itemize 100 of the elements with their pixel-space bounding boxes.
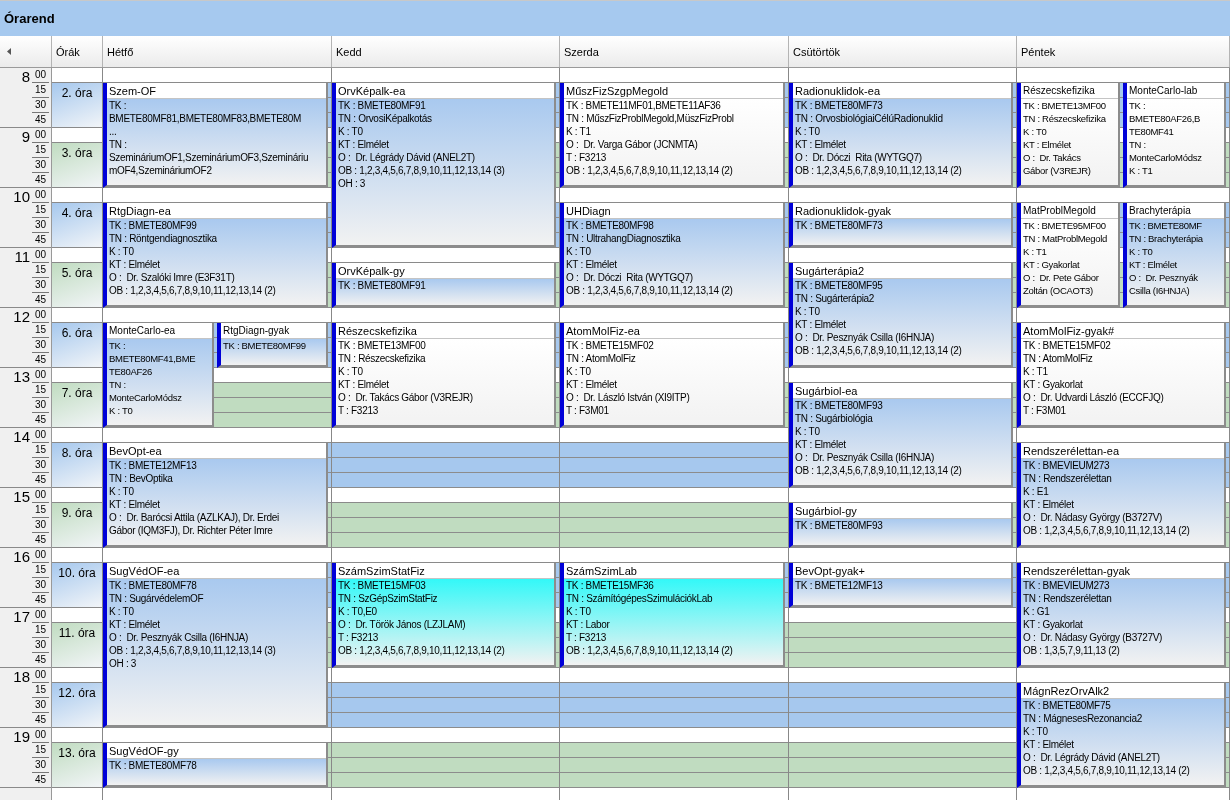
- lesson-detail: K : T0: [109, 485, 135, 498]
- minute-label: 30: [32, 758, 49, 773]
- lesson-card[interactable]: BevOpt-ea TK : BMETE12MF13 TN : BevOptika K : T0 KT : Elmélet O : Dr. Barócsi Attila (AZLKAJ), Dr. Erdei Gábor (IQM3FJ), Dr. Richter Péter Imre: [103, 443, 328, 548]
- lesson-detail: O : Dr. Udvardi László (ECCFJQ): [1023, 391, 1165, 404]
- lesson-card[interactable]: UHDiagn TK : BMETE80MF98 TN : UltrahangDiagnosztika K : T0 KT : Elmélet O : Dr. Dóczi Rita (WYTGQ7) OB : 1,2,3,4,5,6,7,8,9,10,11,12,13,14 (2): [560, 203, 785, 308]
- minute-label: 15: [32, 443, 49, 458]
- lesson-card[interactable]: MonteCarlo-lab TK : BMETE80AF26,B TE80MF41 TN : MonteCarloMódsz K : T1: [1123, 83, 1226, 188]
- lesson-detail: Csilla (I6HNJA): [1129, 284, 1191, 297]
- lesson-title: Sugárbiol-gy: [793, 503, 1011, 519]
- lesson-detail: O : Dr. Varga Gábor (JCNMTA): [566, 138, 699, 151]
- lesson-card[interactable]: Brachyterápia TK : BMETE80MF TN : Brachyterápia K : T0 KT : Elmélet O : Dr. Pesznyák Csilla (I6HNJA): [1123, 203, 1226, 308]
- lesson-detail: TN : UltrahangDiagnosztika: [566, 232, 682, 245]
- lesson-detail: O : Dr. Pesznyák: [1129, 271, 1199, 284]
- lesson-card[interactable]: Részecskefizika TK : BMETE13MF00 TN : Részecskefizika K : T0 KT : Elmélet O : Dr. Takács Gábor (V3REJR): [1017, 83, 1120, 188]
- lesson-detail: OB : 1,2,3,4,5,6,7,8,9,10,11,12,13,14 (2): [795, 344, 963, 357]
- lesson-detail: TN : OrvosbiológiaiCélúRadionuklid: [795, 112, 944, 125]
- lesson-detail: K : T0: [109, 245, 135, 258]
- column-header: Órák: [52, 36, 103, 67]
- lesson-detail: K : T0: [1129, 245, 1154, 258]
- lesson-detail: OB : 1,2,3,4,5,6,7,8,9,10,11,12,13,14 (3): [109, 644, 277, 657]
- lesson-card[interactable]: Részecskefizika TK : BMETE13MF00 TN : Részecskefizika K : T0 KT : Elmélet O : Dr. Takács Gábor (V3REJR) T : F3213: [332, 323, 556, 428]
- lesson-detail: O : Dr. Légrády Dávid (ANEL2T): [1023, 751, 1161, 764]
- lesson-detail: mOF4,SzemináriumOF2: [109, 164, 213, 177]
- minute-label: 00: [32, 548, 49, 563]
- minute-label: 45: [33, 173, 48, 187]
- lesson-detail: TN :: [109, 378, 127, 391]
- lesson-detail: OB : 1,2,3,4,5,6,7,8,9,10,11,12,13,14 (2): [338, 644, 506, 657]
- lesson-card[interactable]: BevOpt-gyak+ TK : BMETE12MF13: [789, 563, 1013, 608]
- lesson-detail: TK : BMETE80MF75: [1023, 699, 1112, 712]
- minute-label: 45: [33, 473, 48, 487]
- hour-label: 16: [13, 548, 30, 565]
- lesson-detail: O : Dr. Pesznyák Csilla (I6HNJA): [795, 451, 936, 464]
- lesson-card[interactable]: RtgDiagn-gyak TK : BMETE80MF99: [217, 323, 328, 368]
- lesson-detail: OH : 3: [338, 177, 367, 190]
- minute-label: 00: [32, 608, 49, 623]
- lesson-detail: K : T0: [566, 365, 592, 378]
- lesson-detail: TN : AtomMolFiz: [1023, 352, 1094, 365]
- lesson-card[interactable]: Rendszerélettan-ea TK : BMEVIEUM273 TN : Rendszerélettan K : E1 KT : Elmélet O : Dr. Nádasy György (B3727V) OB : 1,2,3,4,5,6,7,8,9,10,11,12,13,14 (2): [1017, 443, 1226, 548]
- scroll-left-icon[interactable]: [7, 48, 11, 55]
- lesson-card[interactable]: Radionuklidok-gyak TK : BMETE80MF73: [789, 203, 1013, 248]
- lesson-detail: Gábor (V3REJR): [1023, 164, 1092, 177]
- lesson-title: AtomMolFiz-gyak#: [1021, 323, 1224, 339]
- column-header: Csütörtök: [789, 36, 1017, 67]
- lesson-card[interactable]: SzámSzimStatFiz TK : BMETE15MF03 TN : SzGépSzimStatFiz K : T0,E0 O : Dr. Török János (LZJLAM) T : F3213 OB : 1,2,3,4,5,6,7,8,9,10,11,12,13,14 (2): [332, 563, 556, 668]
- lesson-detail: OB : 1,2,3,4,5,6,7,8,9,10,11,12,13,14 (2): [795, 464, 963, 477]
- lesson-card[interactable]: SugVédOF-ea TK : BMETE80MF78 TN : SugárvédelemOF K : T0 KT : Elmélet O : Dr. Pesznyák Csilla (I6HNJA) OB : 1,2,3,4,5,6,7,8,9,10,11,12,13,14 (3) OH : 3: [103, 563, 328, 728]
- minute-label: 00: [32, 128, 49, 143]
- lesson-detail: K : T0: [566, 605, 592, 618]
- lesson-card[interactable]: MatProblMegold TK : BMETE95MF00 TN : MatProblMegold K : T1 KT : Gyakorlat O : Dr. Pete Gábor Zoltán (OCAOT3): [1017, 203, 1120, 308]
- lesson-card[interactable]: MonteCarlo-ea TK : BMETE80MF41,BME TE80AF26 TN : MonteCarloMódsz K : T0: [103, 323, 214, 428]
- lesson-detail: TN : Sugárterápia2: [795, 292, 876, 305]
- lesson-detail: KT : Elmélet: [1129, 258, 1178, 271]
- minute-label: 15: [32, 323, 49, 338]
- lesson-detail: TK : BMETE95MF00: [1023, 219, 1107, 232]
- lesson-detail: K : T1: [1023, 245, 1048, 258]
- lesson-card[interactable]: AtomMolFiz-gyak# TK : BMETE15MF02 TN : AtomMolFiz K : T1 KT : Gyakorlat O : Dr. Udvardi László (ECCFJQ) T : F3M01: [1017, 323, 1226, 428]
- lesson-detail: KT : Elmélet: [795, 138, 847, 151]
- lesson-card[interactable]: OrvKépalk-ea TK : BMETE80MF91 TN : OrvosiKépalkotás K : T0 KT : Elmélet O : Dr. Légrády Dávid (ANEL2T) OB : 1,2,3,4,5,6,7,8,9,10,11,12,13,14 (3) OH : 3: [332, 83, 556, 248]
- lesson-card[interactable]: RtgDiagn-ea TK : BMETE80MF99 TN : Röntgendiagnosztika K : T0 KT : Elmélet O : Dr. Szalóki Imre (E3F31T) OB : 1,2,3,4,5,6,7,8,9,10,11,12,13,14 (2): [103, 203, 328, 308]
- lesson-detail: TK : BMETE15MF36: [566, 579, 655, 592]
- minute-label: 30: [32, 98, 49, 113]
- lesson-detail: TK : BMETE80MF: [1129, 219, 1203, 232]
- lesson-card[interactable]: OrvKépalk-gy TK : BMETE80MF91: [332, 263, 556, 308]
- lesson-card[interactable]: Radionuklidok-ea TK : BMETE80MF73 TN : OrvosbiológiaiCélúRadionuklid K : T0 KT : Elmélet O : Dr. Dóczi Rita (WYTGQ7) OB : 1,2,3,4,5,6,7,8,9,10,11,12,13,14 (2): [789, 83, 1013, 188]
- minute-label: 00: [32, 248, 49, 263]
- lesson-detail: TK : BMETE80MF98: [566, 219, 655, 232]
- lesson-detail: K : G1: [1023, 605, 1051, 618]
- lesson-detail: KT : Elmélet: [109, 618, 161, 631]
- lesson-detail: TK :: [109, 99, 128, 112]
- lesson-detail: K : T0: [338, 125, 364, 138]
- lesson-detail: KT : Elmélet: [1023, 738, 1075, 751]
- lesson-card[interactable]: Sugárterápia2 TK : BMETE80MF95 TN : Sugárterápia2 K : T0 KT : Elmélet O : Dr. Pesznyák Csilla (I6HNJA) OB : 1,2,3,4,5,6,7,8,9,10,11,12,13,14 (2): [789, 263, 1013, 368]
- lesson-card[interactable]: MűszFizSzgpMegold TK : BMETE11MF01,BMETE11AF36 TN : MűszFizProblMegold,MüszFizProbl K : T1 O : Dr. Varga Gábor (JCNMTA) T : F3213 OB : 1,2,3,4,5,6,7,8,9,10,11,12,13,14 (2): [560, 83, 785, 188]
- lesson-card[interactable]: Sugárbiol-ea TK : BMETE80MF93 TN : Sugárbiológia K : T0 KT : Elmélet O : Dr. Pesznyák Csilla (I6HNJA) OB : 1,2,3,4,5,6,7,8,9,10,11,12,13,14 (2): [789, 383, 1013, 488]
- lesson-card[interactable]: MágnRezOrvAlk2 TK : BMETE80MF75 TN : MágnesesRezonancia2 K : T0 KT : Elmélet O : Dr. Légrády Dávid (ANEL2T) OB : 1,2,3,4,5,6,7,8,9,10,11,12,13,14 (2): [1017, 683, 1226, 788]
- lesson-detail: T : F3213: [566, 631, 607, 644]
- lesson-detail: K : T1: [1023, 365, 1049, 378]
- hour-label: 11: [14, 248, 30, 265]
- lesson-detail: TN : Rendszerélettan: [1023, 472, 1113, 485]
- lesson-detail: KT : Elmélet: [338, 138, 390, 151]
- minute-label: 45: [33, 713, 48, 727]
- minute-label: 15: [32, 263, 49, 278]
- lesson-detail: TK : BMETE13MF00: [1023, 99, 1107, 112]
- lesson-title: SugVédOF-gy: [107, 743, 326, 759]
- lesson-detail: TK : BMETE80MF93: [795, 399, 884, 412]
- minute-label: 30: [32, 518, 49, 533]
- lesson-detail: O : Dr. Nádasy György (B3727V): [1023, 511, 1164, 524]
- minute-label: 45: [33, 353, 48, 367]
- hour-label: 12: [13, 308, 30, 325]
- hour-label: 14: [13, 428, 30, 445]
- lesson-card[interactable]: AtomMolFiz-ea TK : BMETE15MF02 TN : AtomMolFiz K : T0 KT : Elmélet O : Dr. László István (XI9ITP) T : F3M01: [560, 323, 785, 428]
- lesson-detail: MonteCarloMódsz: [109, 391, 183, 404]
- lesson-card[interactable]: Rendszerélettan-gyak TK : BMEVIEUM273 TN : Rendszerélettan K : G1 KT : Gyakorlat O : Dr. Nádasy György (B3727V) OB : 1,3,5,7,9,11,13 (2): [1017, 563, 1226, 668]
- hour-label: 13: [13, 368, 30, 385]
- lesson-card[interactable]: SugVédOF-gy TK : BMETE80MF78: [103, 743, 328, 788]
- lesson-detail: TK : BMETE80MF95: [795, 279, 884, 292]
- lesson-card[interactable]: Szem-OF TK : BMETE80MF81,BMETE80MF83,BMETE80M ... TN : SzemináriumOF1,SzemináriumOF3,Szemináriu mOF4,SzemináriumOF2: [103, 83, 328, 188]
- lesson-card[interactable]: SzámSzimLab TK : BMETE15MF36 TN : SzámítógépesSzimulációkLab K : T0 KT : Labor T : F3213 OB : 1,2,3,4,5,6,7,8,9,10,11,12,13,14 (2): [560, 563, 785, 668]
- lesson-detail: TK : BMETE80MF78: [109, 759, 198, 772]
- lesson-card[interactable]: Sugárbiol-gy TK : BMETE80MF93: [789, 503, 1013, 548]
